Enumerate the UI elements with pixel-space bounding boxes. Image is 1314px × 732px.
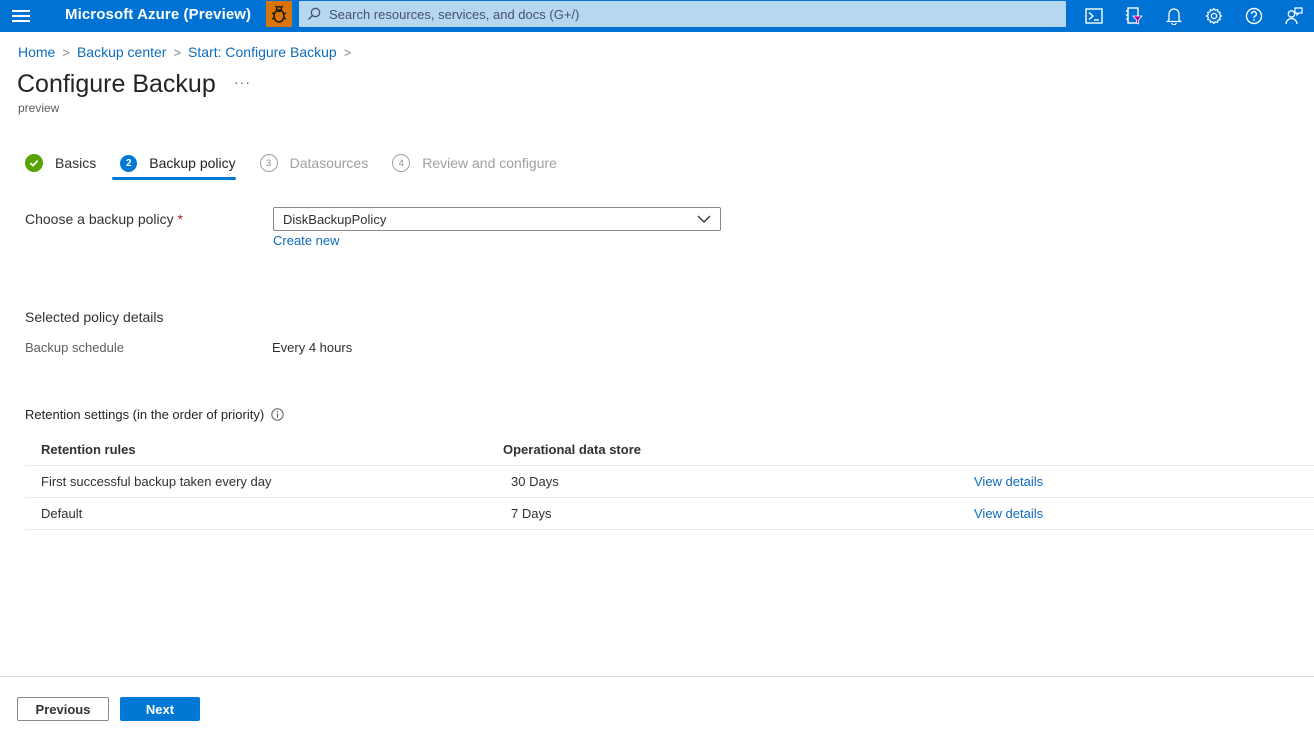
search-input[interactable] xyxy=(329,6,1029,22)
step-number-badge: 3 xyxy=(259,154,278,172)
view-details-link[interactable]: View details xyxy=(974,506,1043,521)
cloud-shell-icon xyxy=(1085,8,1103,24)
notifications-icon xyxy=(1166,8,1182,25)
backup-policy-selected-value: DiskBackupPolicy xyxy=(283,211,387,227)
previous-button[interactable]: Previous xyxy=(17,697,109,721)
page-title: Configure Backup xyxy=(17,70,216,98)
data-store-cell: 7 Days xyxy=(511,506,552,521)
required-indicator: * xyxy=(177,211,183,227)
chevron-right-icon: > xyxy=(173,44,182,60)
selected-policy-details-heading: Selected policy details xyxy=(25,309,164,325)
chevron-right-icon: > xyxy=(343,44,352,60)
breadcrumb-home[interactable]: Home xyxy=(18,44,55,60)
backup-policy-label-text: Choose a backup policy xyxy=(25,211,174,227)
retention-table: Retention rules Operational data store F… xyxy=(25,434,1314,530)
tab-backup-policy[interactable]: 2 Backup policy xyxy=(112,152,237,180)
tab-review-and-configure[interactable]: 4 Review and configure xyxy=(392,152,557,174)
page-subtitle: preview xyxy=(18,101,60,115)
step-label: Datasources xyxy=(289,155,369,171)
directory-filter-button[interactable] xyxy=(1114,0,1154,32)
tab-datasources[interactable]: 3 Datasources xyxy=(259,152,369,174)
step-label: Review and configure xyxy=(422,155,557,171)
breadcrumb: Home > Backup center > Start: Configure … xyxy=(18,44,358,60)
feedback-icon xyxy=(1285,7,1303,25)
portal-brand[interactable]: Microsoft Azure (Preview) xyxy=(65,6,251,23)
retention-settings-title: Retention settings (in the order of prio… xyxy=(25,407,265,422)
breadcrumb-start-configure-backup[interactable]: Start: Configure Backup xyxy=(188,44,337,60)
data-store-cell: 30 Days xyxy=(511,474,559,489)
search-icon xyxy=(307,7,321,21)
backup-policy-label: Choose a backup policy * xyxy=(25,211,183,227)
help-icon xyxy=(1245,7,1263,25)
chevron-right-icon: > xyxy=(62,44,70,60)
menu-icon[interactable] xyxy=(12,7,30,25)
notifications-button[interactable] xyxy=(1154,0,1194,32)
top-icon-bar xyxy=(1074,0,1314,32)
info-icon[interactable] xyxy=(271,408,284,421)
settings-icon xyxy=(1205,7,1223,25)
check-circle-icon xyxy=(25,154,43,172)
wizard-steps: Basics 2 Backup policy 3 Datasources 4 R… xyxy=(25,152,581,180)
column-header-operational-data-store: Operational data store xyxy=(503,442,641,457)
table-row: First successful backup taken every day … xyxy=(25,466,1314,498)
tab-basics[interactable]: Basics xyxy=(25,152,96,174)
retention-settings-heading: Retention settings (in the order of prio… xyxy=(25,407,284,422)
table-row: Default 7 Days View details xyxy=(25,498,1314,530)
more-options-button[interactable]: ··· xyxy=(234,74,251,90)
directory-filter-icon xyxy=(1126,7,1143,25)
global-search[interactable] xyxy=(299,1,1066,27)
bug-button[interactable] xyxy=(266,1,292,27)
backup-schedule-label: Backup schedule xyxy=(25,340,125,355)
settings-button[interactable] xyxy=(1194,0,1234,32)
top-bar: Microsoft Azure (Preview) xyxy=(0,0,1314,32)
backup-schedule-value: Every 4 hours xyxy=(272,340,353,355)
create-new-policy-link[interactable]: Create new xyxy=(273,233,339,248)
view-details-link[interactable]: View details xyxy=(974,474,1043,489)
retention-rule-cell: First successful backup taken every day xyxy=(41,474,272,489)
bug-icon xyxy=(271,5,287,23)
chevron-down-icon xyxy=(696,211,712,227)
step-label: Backup policy xyxy=(149,155,236,171)
step-label: Basics xyxy=(55,155,97,171)
retention-rule-cell: Default xyxy=(41,506,83,521)
step-number-badge: 4 xyxy=(392,154,411,172)
next-button[interactable]: Next xyxy=(120,697,200,721)
step-number-badge: 2 xyxy=(120,154,138,172)
table-header: Retention rules Operational data store xyxy=(25,434,1314,466)
column-header-retention-rules: Retention rules xyxy=(41,442,136,457)
backup-policy-dropdown[interactable]: DiskBackupPolicy xyxy=(273,207,721,231)
help-button[interactable] xyxy=(1234,0,1274,32)
cloud-shell-button[interactable] xyxy=(1074,0,1114,32)
feedback-button[interactable] xyxy=(1274,0,1314,32)
footer-divider xyxy=(0,676,1314,677)
breadcrumb-backup-center[interactable]: Backup center xyxy=(77,44,167,60)
